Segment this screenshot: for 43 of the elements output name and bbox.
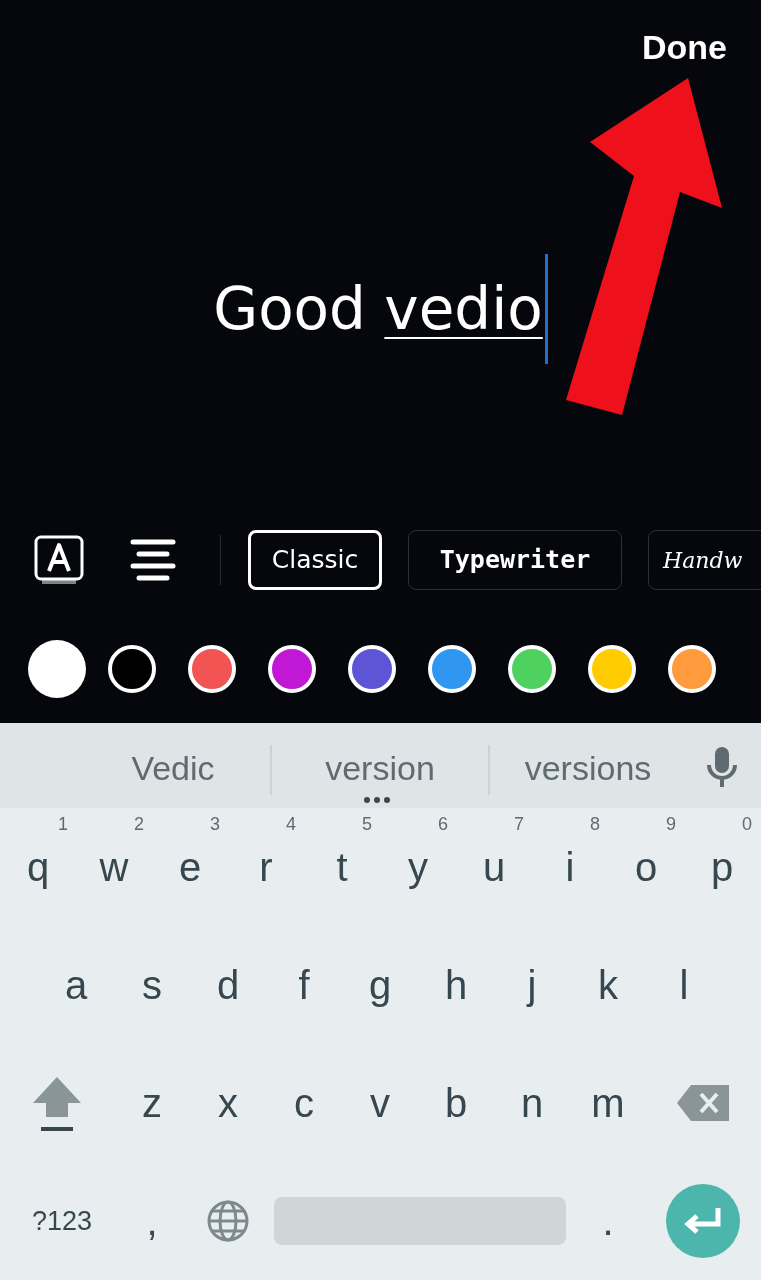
color-swatch[interactable]: [108, 645, 156, 693]
color-swatch[interactable]: [188, 645, 236, 693]
color-swatch[interactable]: [588, 645, 636, 693]
key[interactable]: v: [342, 1053, 418, 1153]
font-style-tab[interactable]: Classic: [248, 530, 382, 590]
align-center-icon[interactable]: [129, 538, 177, 582]
key[interactable]: n: [494, 1053, 570, 1153]
done-button[interactable]: Done: [642, 30, 727, 64]
key[interactable]: ,: [114, 1171, 190, 1271]
composing-word: vedio: [384, 280, 543, 338]
font-style-tab[interactable]: Handw: [648, 530, 761, 590]
key[interactable]: m: [570, 1053, 646, 1153]
key[interactable]: d: [190, 935, 266, 1035]
microphone-icon[interactable]: [704, 745, 740, 789]
key[interactable]: h: [418, 935, 494, 1035]
symbols-key[interactable]: ?123: [10, 1171, 114, 1271]
color-swatch[interactable]: [268, 645, 316, 693]
color-swatch[interactable]: [668, 645, 716, 693]
key[interactable]: k: [570, 935, 646, 1035]
key[interactable]: s: [114, 935, 190, 1035]
suggestion-chip[interactable]: versions: [490, 743, 686, 793]
key[interactable]: c: [266, 1053, 342, 1153]
globe-icon[interactable]: [206, 1199, 250, 1243]
key[interactable]: a: [38, 935, 114, 1035]
color-swatch[interactable]: [348, 645, 396, 693]
key[interactable]: f: [266, 935, 342, 1035]
key[interactable]: z: [114, 1053, 190, 1153]
color-swatch[interactable]: [428, 645, 476, 693]
key[interactable]: x: [190, 1053, 266, 1153]
key[interactable]: g: [342, 935, 418, 1035]
key[interactable]: b: [418, 1053, 494, 1153]
key[interactable]: l: [646, 935, 722, 1035]
more-suggestions-icon[interactable]: [364, 797, 390, 803]
suggestion-chip[interactable]: Vedic: [100, 743, 246, 793]
color-swatch[interactable]: [508, 645, 556, 693]
suggestion-chip[interactable]: version: [272, 743, 488, 793]
font-style-tab[interactable]: Typewriter: [408, 530, 622, 590]
backspace-icon[interactable]: [677, 1085, 729, 1121]
caption-text: Good: [213, 280, 367, 338]
color-swatch[interactable]: [28, 640, 86, 698]
text-background-icon[interactable]: [34, 535, 84, 585]
key[interactable]: .: [570, 1171, 646, 1271]
key[interactable]: j: [494, 935, 570, 1035]
